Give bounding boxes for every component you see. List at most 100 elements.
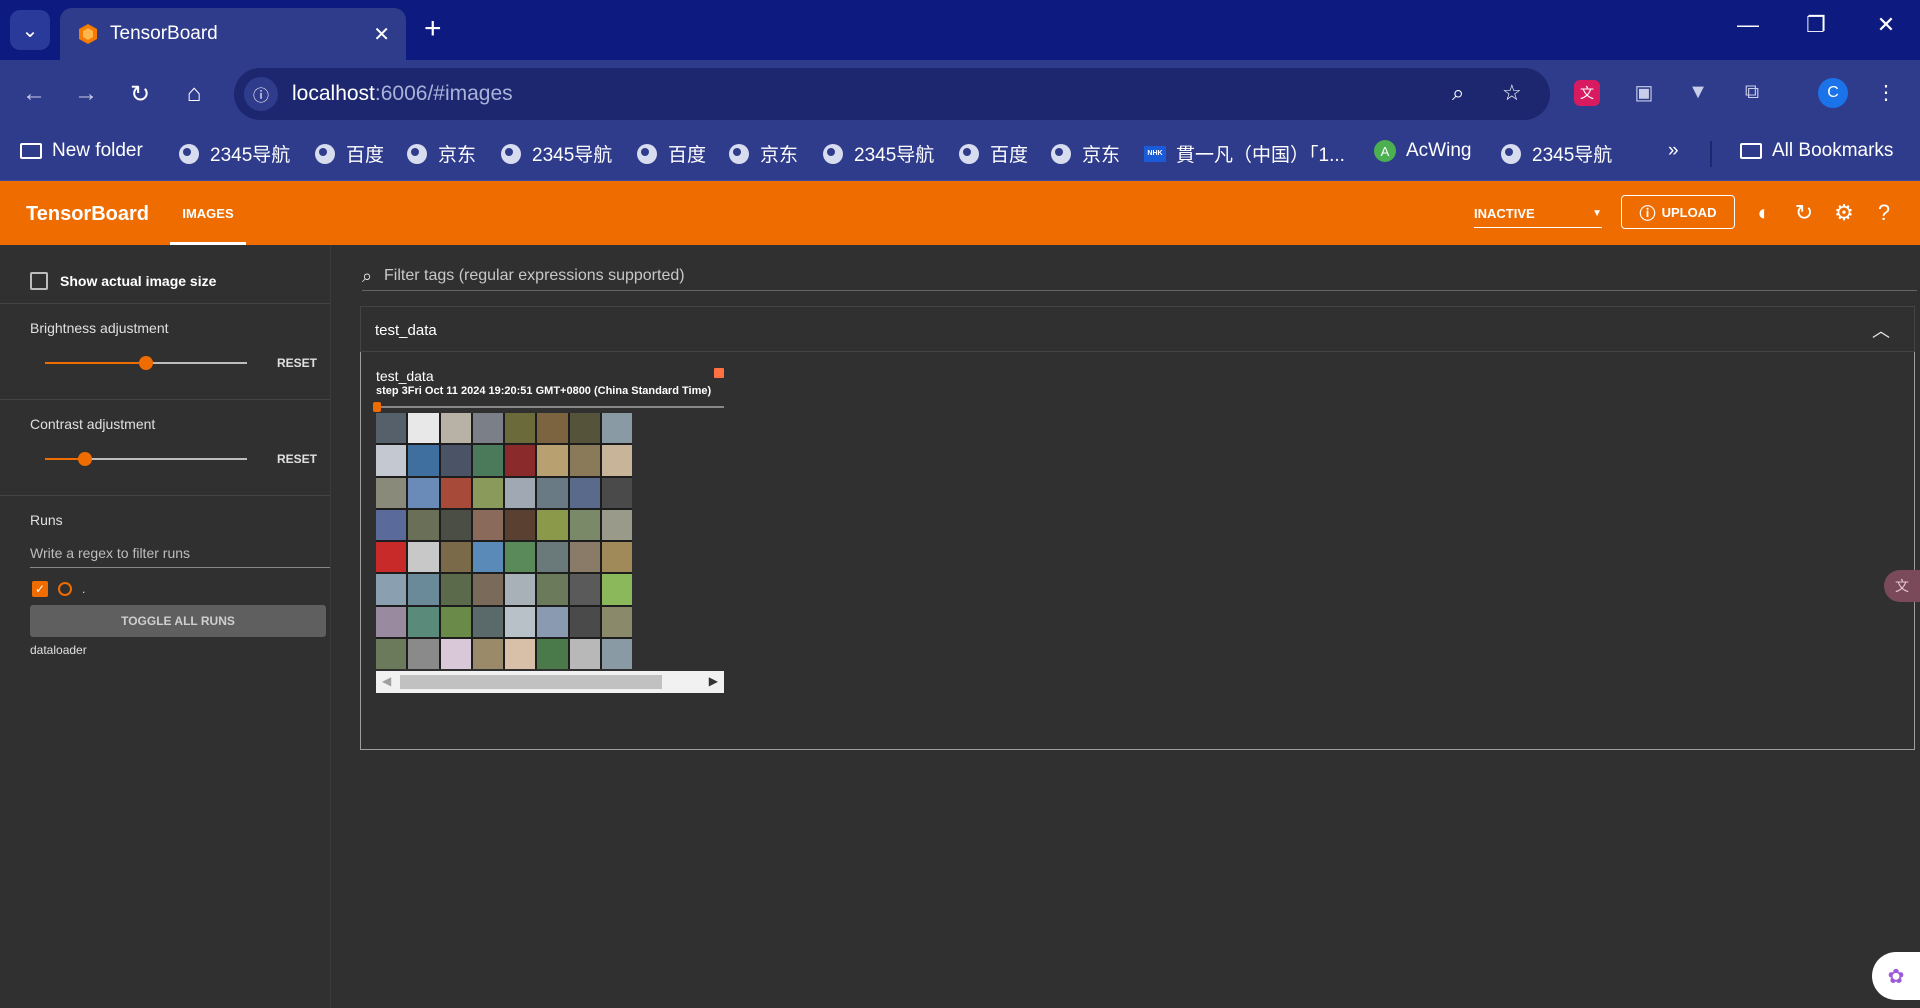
show-actual-size-toggle[interactable]: Show actual image size — [30, 272, 216, 290]
tensorboard-brand[interactable]: TensorBoard — [26, 203, 149, 226]
dark-mode-icon[interactable]: ◐ — [1750, 199, 1778, 227]
scroll-left-arrow-icon[interactable]: ◀ — [382, 674, 391, 688]
home-button[interactable]: ⌂ — [174, 74, 214, 114]
image-tile — [537, 445, 568, 476]
image-horizontal-scrollbar[interactable]: ◀ ▶ — [376, 671, 724, 693]
checkbox[interactable] — [30, 272, 48, 290]
globe-icon — [1500, 143, 1522, 165]
contrast-reset-button[interactable]: RESET — [277, 452, 317, 466]
bookmark-item[interactable]: 2345导航 — [500, 140, 612, 167]
site-info-icon[interactable]: ⓘ — [244, 77, 278, 111]
bookmark-item[interactable]: New folder — [20, 140, 143, 162]
chevron-down-icon: ⌄ — [21, 19, 39, 42]
plugin-select-dropdown[interactable]: INACTIVE ▼ — [1474, 199, 1602, 228]
bookmarks-bar: New folder 2345导航 百度 京东 2345导航 百度 京东 234… — [0, 128, 1920, 181]
step-slider-thumb[interactable] — [373, 402, 381, 412]
image-tile — [472, 574, 503, 605]
divider — [0, 303, 330, 304]
translate-extension-icon[interactable]: 文 — [1574, 80, 1600, 106]
bookmarks-overflow-button[interactable]: » — [1668, 140, 1679, 162]
brightness-reset-button[interactable]: RESET — [277, 356, 317, 370]
image-tile — [569, 638, 600, 669]
globe-icon — [636, 143, 658, 165]
brightness-slider-thumb[interactable] — [139, 356, 153, 370]
bookmark-label: 百度 — [668, 145, 707, 166]
run-checkbox[interactable]: ✓ — [32, 581, 48, 597]
tag-group-header[interactable]: test_data ︿ — [360, 306, 1915, 352]
bookmark-item[interactable]: 百度 — [314, 140, 384, 167]
upload-button[interactable]: ⓘ UPLOAD — [1621, 195, 1735, 229]
address-bar[interactable]: ⓘ localhost :6006/#images ⌕ ☆ — [234, 68, 1550, 120]
vue-extension-icon[interactable]: ▼ — [1682, 76, 1714, 108]
restore-window-button[interactable]: ❐ — [1796, 12, 1836, 38]
step-slider[interactable] — [373, 402, 724, 412]
browser-tab-tensorboard[interactable]: TensorBoard ✕ — [60, 8, 406, 60]
scrollbar-thumb[interactable] — [400, 675, 662, 689]
forward-button[interactable]: → — [66, 74, 106, 114]
all-bookmarks-label: All Bookmarks — [1772, 140, 1894, 161]
image-card-title: test_data — [376, 368, 434, 384]
profile-avatar[interactable]: C — [1818, 78, 1848, 108]
image-tile — [376, 445, 407, 476]
tab-search-button[interactable]: ⌄ — [10, 10, 50, 50]
brightness-slider-fill — [45, 362, 146, 364]
image-tile — [408, 509, 439, 540]
scroll-right-arrow-icon[interactable]: ▶ — [709, 674, 718, 688]
reload-icon[interactable]: ↻ — [1790, 199, 1818, 227]
browser-menu-icon[interactable]: ⋮ — [1870, 76, 1902, 108]
bookmark-item[interactable]: 京东 — [728, 140, 798, 167]
bookmark-item[interactable]: 京东 — [406, 140, 476, 167]
image-tile — [408, 574, 439, 605]
runs-filter-input[interactable]: Write a regex to filter runs — [30, 545, 330, 568]
settings-gear-icon[interactable]: ⚙ — [1830, 199, 1858, 227]
run-color-swatch[interactable] — [58, 582, 72, 596]
close-tab-icon[interactable]: ✕ — [373, 22, 390, 47]
close-window-button[interactable]: ✕ — [1866, 12, 1906, 38]
image-tile — [440, 606, 471, 637]
bookmark-item[interactable]: 百度 — [958, 140, 1028, 167]
tensorboard-favicon-icon — [79, 24, 97, 44]
bookmarks-divider — [1710, 141, 1712, 167]
bookmark-label: AcWing — [1406, 140, 1472, 161]
run-row[interactable]: ✓ . — [32, 581, 85, 597]
bookmark-item[interactable]: 京东 — [1050, 140, 1120, 167]
zoom-icon[interactable]: ⌕ — [1452, 80, 1464, 106]
image-tile — [376, 413, 407, 444]
bookmark-item[interactable]: 2345导航 — [178, 140, 290, 167]
folder-icon — [1740, 140, 1762, 162]
all-bookmarks-button[interactable]: All Bookmarks — [1740, 140, 1893, 162]
back-button[interactable]: ← — [14, 74, 54, 114]
bookmark-item[interactable]: A AcWing — [1374, 140, 1471, 162]
translate-floating-button[interactable]: 文 — [1884, 570, 1920, 602]
tv-extension-icon[interactable]: ▣ — [1628, 76, 1660, 108]
bookmark-star-icon[interactable]: ☆ — [1502, 80, 1522, 106]
bookmark-item[interactable]: NHK 貫一凡（中国）「1... — [1144, 140, 1345, 167]
new-tab-button[interactable]: + — [424, 14, 442, 44]
bookmark-label: 百度 — [346, 145, 385, 166]
toggle-all-runs-button[interactable]: TOGGLE ALL RUNS — [30, 605, 326, 637]
image-tile — [537, 638, 568, 669]
bookmark-label: 2345导航 — [210, 145, 291, 166]
image-tile — [505, 445, 536, 476]
reload-button[interactable]: ↻ — [120, 74, 160, 114]
image-tile — [440, 638, 471, 669]
globe-icon — [500, 143, 522, 165]
bookmark-item[interactable]: 2345导航 — [822, 140, 934, 167]
chevron-up-icon[interactable]: ︿ — [1872, 317, 1890, 343]
bookmark-item[interactable]: 百度 — [636, 140, 706, 167]
contrast-slider-thumb[interactable] — [78, 452, 93, 466]
extensions-puzzle-icon[interactable]: ⧉ — [1736, 76, 1768, 108]
contrast-slider[interactable] — [45, 452, 247, 466]
assistant-floating-button[interactable]: ✿ — [1872, 952, 1920, 1000]
globe-icon — [406, 143, 428, 165]
help-icon[interactable]: ? — [1870, 199, 1898, 227]
globe-icon — [314, 143, 336, 165]
bookmark-item[interactable]: 2345导航 — [1500, 140, 1612, 167]
tag-filter-placeholder: Filter tags (regular expressions support… — [384, 267, 685, 284]
tag-filter[interactable]: ⌕ Filter tags (regular expressions suppo… — [362, 262, 1917, 291]
image-tile — [601, 542, 632, 573]
search-icon: ⌕ — [362, 265, 373, 286]
tab-images[interactable]: IMAGES — [170, 181, 246, 245]
minimize-window-button[interactable]: — — [1728, 12, 1768, 38]
brightness-slider[interactable] — [45, 356, 247, 370]
